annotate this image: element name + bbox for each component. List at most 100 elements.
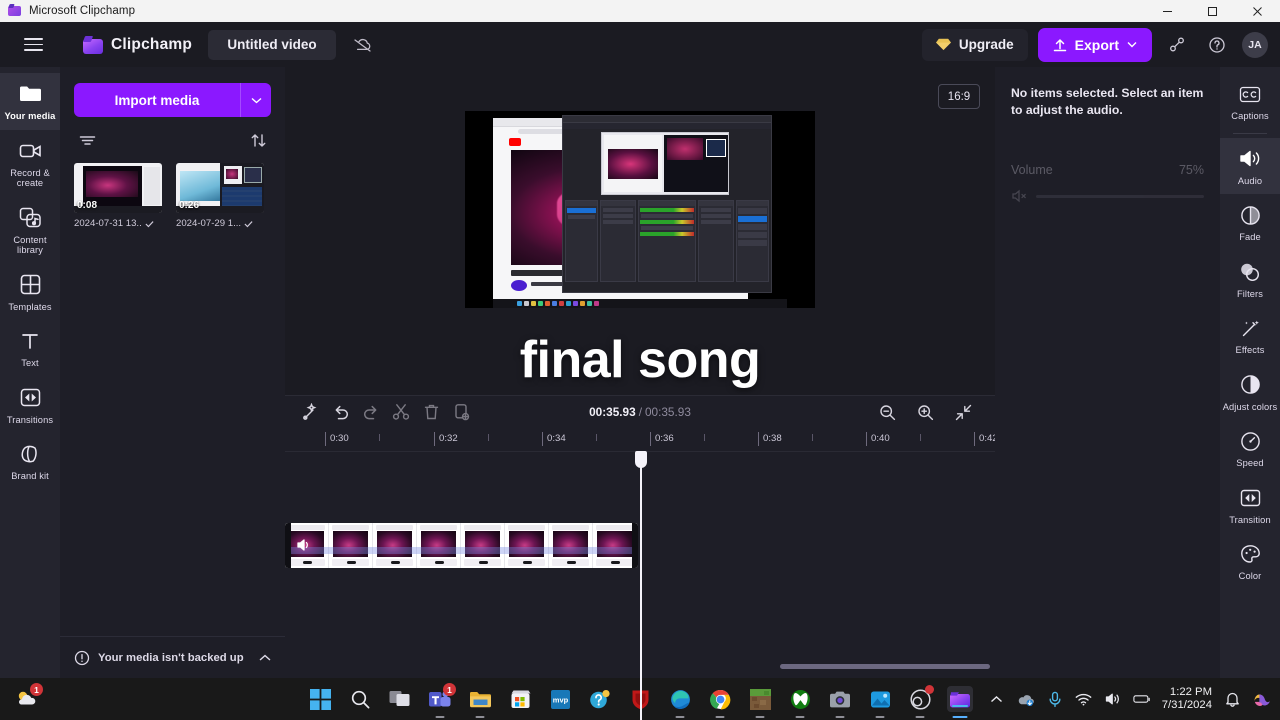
tool-label: Adjust colors bbox=[1222, 401, 1278, 412]
avatar[interactable]: JA bbox=[1242, 31, 1268, 58]
backup-notice-bar[interactable]: Your media isn't backed up bbox=[60, 636, 285, 678]
taskbar-widgets[interactable]: 1 bbox=[14, 683, 43, 712]
microsoft-store-icon[interactable] bbox=[507, 686, 533, 712]
clip-trim-handle-left[interactable] bbox=[285, 523, 291, 568]
media-item[interactable]: 0:08 2024-07-31 13... bbox=[74, 163, 162, 229]
rail-separator bbox=[1233, 132, 1267, 134]
media-thumbnail[interactable]: 0:08 bbox=[74, 163, 162, 213]
search-icon[interactable] bbox=[347, 686, 373, 712]
speaker-mute-icon[interactable] bbox=[1011, 189, 1027, 203]
cloud-off-icon[interactable] bbox=[350, 32, 376, 58]
window-controls bbox=[1145, 0, 1280, 22]
ruler-label: 0:38 bbox=[758, 432, 782, 446]
maximize-button[interactable] bbox=[1190, 0, 1235, 22]
playhead-knob[interactable] bbox=[635, 451, 647, 468]
clipchamp-icon[interactable] bbox=[947, 686, 973, 712]
video-preview[interactable] bbox=[465, 111, 815, 308]
speaker-icon[interactable] bbox=[295, 536, 313, 554]
minimize-button[interactable] bbox=[1145, 0, 1190, 22]
fit-to-timeline-button[interactable] bbox=[951, 400, 975, 424]
mvp-app-icon[interactable]: mvp bbox=[547, 686, 573, 712]
start-button-icon[interactable] bbox=[307, 686, 333, 712]
clipchamp-window: Microsoft Clipchamp Clipchamp Untitled v… bbox=[0, 0, 1280, 720]
upgrade-button[interactable]: Upgrade bbox=[921, 28, 1028, 61]
sidebar-item-content-library[interactable]: Content library bbox=[0, 197, 60, 264]
sidebar-item-brand-kit[interactable]: Brand kit bbox=[0, 433, 60, 490]
clip-trim-handle-right[interactable] bbox=[632, 523, 638, 568]
ruler-label: 0:34 bbox=[542, 432, 566, 446]
import-media-button[interactable]: Import media bbox=[74, 83, 240, 117]
sidebar-item-record-create[interactable]: Record & create bbox=[0, 130, 60, 197]
tool-effects[interactable]: Effects bbox=[1220, 307, 1280, 364]
taskbar-clock[interactable]: 1:22 PM 7/31/2024 bbox=[1162, 686, 1212, 713]
weather-widget-icon[interactable]: 1 bbox=[14, 683, 43, 712]
export-button[interactable]: Export bbox=[1037, 27, 1152, 62]
speaker-icon[interactable] bbox=[1104, 690, 1122, 708]
media-item[interactable]: 0:26 2024-07-29 1... bbox=[176, 163, 264, 229]
close-button[interactable] bbox=[1235, 0, 1280, 22]
copilot-icon[interactable] bbox=[1252, 690, 1270, 708]
tool-fade[interactable]: Fade bbox=[1220, 194, 1280, 251]
sort-arrows-icon[interactable] bbox=[247, 129, 269, 151]
chevron-up-icon[interactable] bbox=[988, 690, 1006, 708]
xbox-icon[interactable] bbox=[787, 686, 813, 712]
microsoft-edge-icon[interactable] bbox=[667, 686, 693, 712]
photos-icon[interactable] bbox=[867, 686, 893, 712]
timeline-tracks[interactable] bbox=[285, 451, 995, 720]
hamburger-icon[interactable] bbox=[18, 30, 48, 60]
filter-icon[interactable] bbox=[76, 129, 98, 151]
media-caption: 2024-07-31 13... bbox=[74, 218, 162, 229]
os-title-bar: Microsoft Clipchamp bbox=[0, 0, 1280, 22]
microphone-icon[interactable] bbox=[1046, 690, 1064, 708]
media-grid: 0:08 2024-07-31 13... 0:26 2024-07-29 1.… bbox=[60, 151, 285, 229]
minecraft-icon[interactable] bbox=[747, 686, 773, 712]
tool-label: Color bbox=[1238, 571, 1262, 581]
tool-speed[interactable]: Speed bbox=[1220, 420, 1280, 477]
volume-slider[interactable] bbox=[1011, 189, 1204, 203]
video-clip[interactable] bbox=[285, 523, 638, 568]
google-chrome-icon[interactable] bbox=[707, 686, 733, 712]
file-explorer-icon[interactable] bbox=[467, 686, 493, 712]
undo-button[interactable] bbox=[329, 400, 353, 424]
question-app-icon[interactable] bbox=[587, 686, 613, 712]
volume-slider-track[interactable] bbox=[1036, 194, 1204, 198]
sidebar-item-your-media[interactable]: Your media bbox=[0, 73, 60, 130]
timeline-scrollbar-thumb[interactable] bbox=[780, 664, 990, 669]
tool-transition[interactable]: Transition bbox=[1220, 477, 1280, 534]
tool-color[interactable]: Color bbox=[1220, 533, 1280, 590]
help-circle-icon[interactable] bbox=[1202, 30, 1232, 60]
tool-filters[interactable]: Filters bbox=[1220, 251, 1280, 308]
wifi-icon[interactable] bbox=[1075, 690, 1093, 708]
microsoft-teams-icon[interactable]: 1 bbox=[427, 683, 456, 712]
notification-bell-icon[interactable] bbox=[1223, 690, 1241, 708]
obs-studio-icon[interactable] bbox=[907, 685, 934, 712]
zoom-out-button[interactable] bbox=[875, 400, 899, 424]
playhead[interactable] bbox=[635, 451, 647, 720]
tool-captions[interactable]: Captions bbox=[1220, 73, 1280, 130]
onedrive-icon[interactable] bbox=[1017, 690, 1035, 708]
battery-icon[interactable] bbox=[1133, 690, 1151, 708]
magic-tools-button[interactable] bbox=[299, 400, 323, 424]
tool-adjust-colors[interactable]: Adjust colors bbox=[1220, 364, 1280, 421]
tool-label: Filters bbox=[1236, 288, 1263, 299]
sidebar-item-templates[interactable]: Templates bbox=[0, 264, 60, 321]
sidebar-item-text[interactable]: Text bbox=[0, 320, 60, 377]
share-nodes-icon[interactable] bbox=[1162, 30, 1192, 60]
check-icon bbox=[244, 220, 253, 227]
timeline-ruler[interactable]: 0:30 0:32 0:34 0:36 0:38 0:40 0:42 bbox=[285, 428, 995, 452]
media-thumbnail[interactable]: 0:26 bbox=[176, 163, 264, 213]
duplicate-button[interactable] bbox=[449, 400, 473, 424]
sidebar-item-transitions[interactable]: Transitions bbox=[0, 377, 60, 434]
project-title-input[interactable]: Untitled video bbox=[208, 29, 337, 60]
chevron-up-icon[interactable] bbox=[259, 654, 271, 662]
zoom-in-button[interactable] bbox=[913, 400, 937, 424]
import-media-dropdown-button[interactable] bbox=[240, 83, 271, 117]
tool-audio[interactable]: Audio bbox=[1220, 137, 1280, 194]
redo-button[interactable] bbox=[359, 400, 383, 424]
camera-icon[interactable] bbox=[827, 686, 853, 712]
task-view-icon[interactable] bbox=[387, 686, 413, 712]
aspect-ratio-button[interactable]: 16:9 bbox=[938, 84, 980, 109]
diamond-icon bbox=[935, 38, 951, 51]
delete-button[interactable] bbox=[419, 400, 443, 424]
split-button[interactable] bbox=[389, 400, 413, 424]
